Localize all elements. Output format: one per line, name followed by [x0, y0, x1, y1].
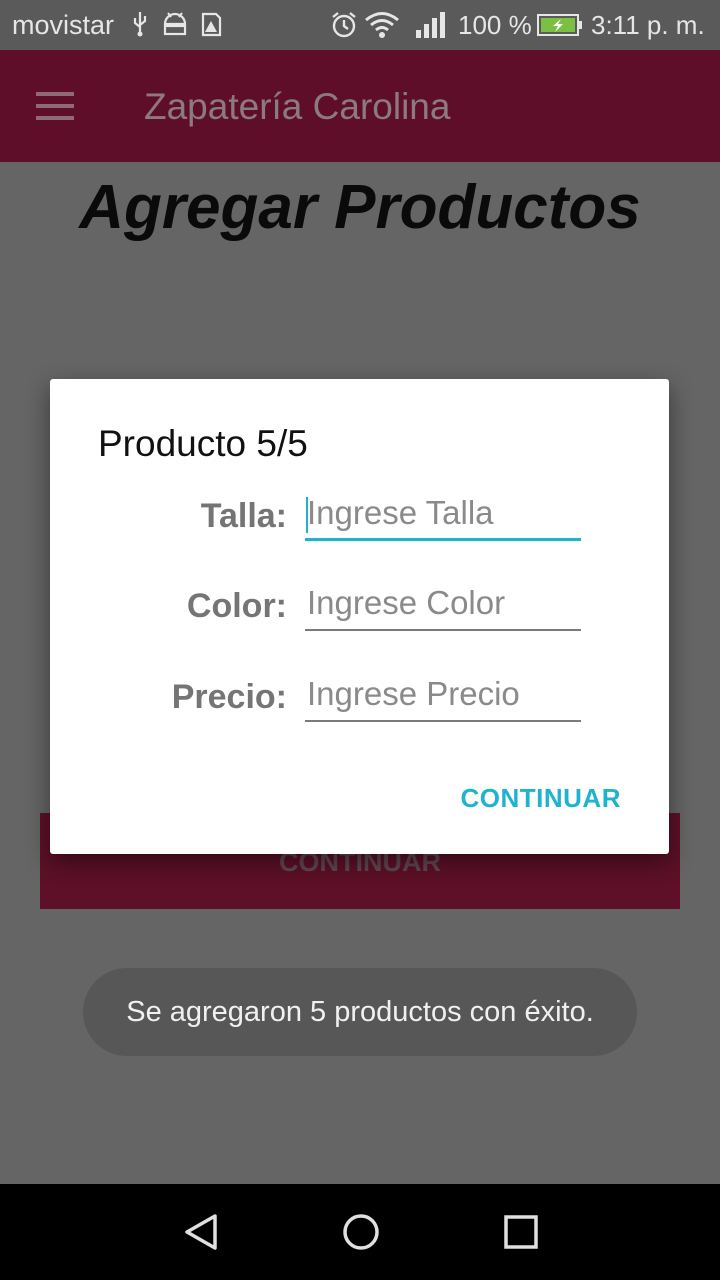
- storage-warning-icon: [201, 12, 222, 37]
- precio-input[interactable]: [305, 672, 581, 722]
- product-dialog: Producto 5/5 Talla: Color: Precio: CONTI…: [50, 379, 669, 854]
- battery-percent: 100 %: [458, 10, 532, 40]
- color-input[interactable]: [305, 581, 581, 631]
- hamburger-menu-icon[interactable]: [30, 86, 82, 128]
- page-heading: Agregar Productos: [79, 173, 641, 242]
- color-label: Color:: [186, 587, 287, 625]
- battery-charging-icon: [537, 14, 582, 36]
- color-row: Color:: [50, 573, 669, 643]
- home-icon[interactable]: [337, 1208, 385, 1256]
- recents-icon[interactable]: [497, 1208, 545, 1256]
- back-icon[interactable]: [177, 1208, 225, 1256]
- precio-label: Precio:: [171, 678, 287, 716]
- app-bar: Zapatería Carolina: [0, 50, 720, 162]
- app-title: Zapatería Carolina: [144, 86, 451, 127]
- precio-row: Precio:: [50, 664, 669, 734]
- signal-icon: [416, 12, 445, 38]
- alarm-icon: [332, 12, 356, 38]
- navigation-bar: [0, 1184, 720, 1280]
- carrier-name: movistar: [12, 10, 115, 40]
- talla-row: Talla:: [50, 483, 669, 553]
- status-bar: movistar 100 % 3:11 p. m.: [0, 0, 720, 50]
- android-debug-icon: [163, 12, 187, 36]
- text-caret: [306, 497, 308, 533]
- continue-button[interactable]: CONTINUAR: [461, 783, 622, 814]
- dialog-title: Producto 5/5: [98, 423, 308, 464]
- clock: 3:11 p. m.: [591, 10, 705, 40]
- usb-icon: [133, 12, 147, 37]
- talla-label: Talla:: [200, 497, 287, 535]
- talla-input[interactable]: [305, 491, 581, 541]
- toast-message: Se agregaron 5 productos con éxito.: [83, 968, 637, 1056]
- wifi-icon: [365, 12, 399, 38]
